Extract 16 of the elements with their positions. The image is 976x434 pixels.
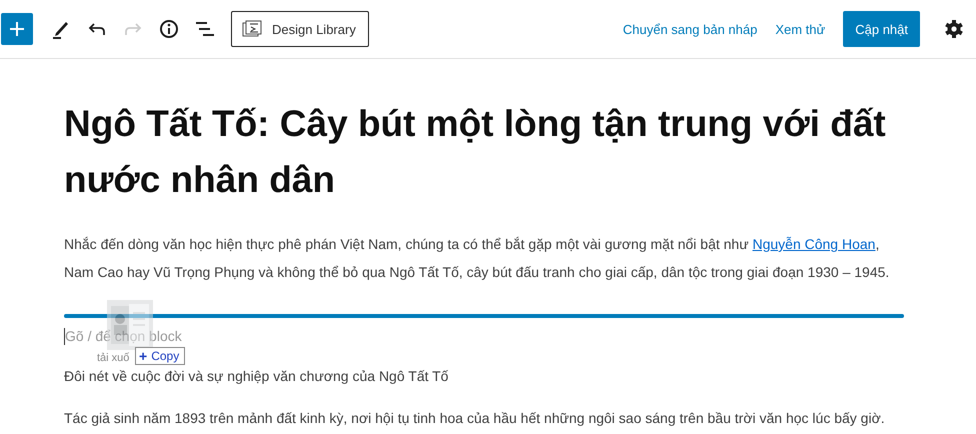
drag-label: tải xuố [97, 352, 130, 364]
plus-icon: + [139, 349, 148, 363]
author-link[interactable]: Nguyễn Công Hoan [752, 236, 876, 252]
copy-badge: + Copy [135, 347, 186, 365]
paragraph: Nhắc đến dòng văn học hiện thực phê phán Việt Nam, chúng ta có thể bắt gặp một vài gương mặt nổi bật như Nguyễn Công Hoan, Nam Cao hay Vũ Trọng Phụng và không thể bỏ qua Ngô Tất Tố, cây bút đấu tranh cho giai cấp, dân tộc trong giai đoạn 1930 – 1945. [64, 235, 890, 282]
post-title: Ngô Tất Tố: Cây bút một lòng tận trung với đất nước nhân dân [64, 102, 887, 202]
switch-to-draft-link[interactable]: Chuyển sang bản nháp [622, 22, 758, 36]
library-icon [242, 20, 262, 38]
plus-icon [9, 21, 25, 37]
update-button[interactable]: Cập nhật [843, 11, 920, 47]
design-library-button[interactable]: Design Library [231, 11, 369, 47]
preview-link[interactable]: Xem thử [775, 22, 826, 36]
paragraph: Tác giả sinh năm 1893 trên mảnh đất kinh kỳ, nơi hội tụ tinh hoa của hầu hết những ngôi sao sáng trên bầu trời văn học lúc bấy giờ. [64, 409, 886, 428]
settings-icon[interactable] [944, 19, 964, 39]
add-block-button[interactable] [1, 13, 33, 45]
paragraph: Đôi nét về cuộc đời và sự nghiệp văn chương của Ngô Tất Tố [64, 367, 450, 386]
